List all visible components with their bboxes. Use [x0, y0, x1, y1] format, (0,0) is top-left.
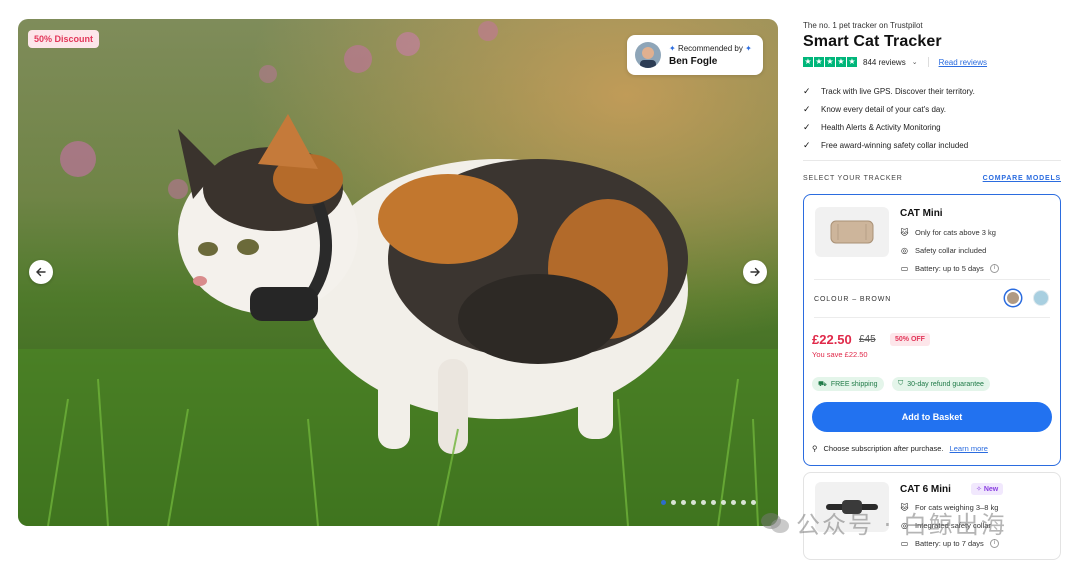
location-pin-icon: ⚲ — [812, 444, 818, 453]
divider — [814, 317, 1050, 318]
saving-text: You save £22.50 — [812, 350, 868, 359]
sparkle-icon: ✦ — [669, 43, 676, 53]
arrow-left-icon — [36, 267, 46, 277]
list-item: ▭ Battery: up to 5 days i — [900, 259, 999, 277]
watermark: 公众号 · 白鲸出海 — [760, 505, 1007, 540]
trustpilot-stars: ★ ★ ★ ★ ★ — [803, 57, 857, 67]
chevron-down-icon[interactable]: ⌄ — [912, 58, 918, 66]
free-shipping-badge: ⛟ FREE shipping — [812, 377, 884, 391]
discount-badge: 50% Discount — [28, 30, 100, 48]
truck-icon: ⛟ — [818, 380, 827, 388]
list-item: ◎ Safety collar included — [901, 245, 987, 255]
shield-icon: ⛉ — [898, 380, 904, 387]
gallery-dot[interactable] — [691, 500, 696, 505]
list-item: ✓ Health Alerts & Activity Monitoring — [803, 121, 941, 132]
list-item: ✓ Track with live GPS. Discover their te… — [803, 85, 975, 96]
info-icon[interactable]: i — [989, 263, 999, 273]
spec-list: 🐱︎ Only for cats above 3 kg ◎ Safety col… — [900, 223, 999, 277]
original-price: £45 — [859, 334, 876, 345]
product-title: Smart Cat Tracker — [803, 33, 942, 50]
select-tracker-header: SELECT YOUR TRACKER COMPARE MODELS — [803, 175, 1061, 182]
list-item: ✓ Know every detail of your cat's day. — [803, 103, 946, 114]
gallery-dot[interactable] — [731, 500, 736, 505]
sparkle-icon: ✧ — [976, 486, 982, 493]
new-badge: ✧ New — [971, 483, 1004, 495]
next-image-button[interactable] — [743, 260, 767, 284]
product-name: CAT 6 Mini — [900, 484, 951, 495]
divider — [814, 279, 1050, 280]
refund-guarantee-badge: ⛉ 30-day refund guarantee — [892, 377, 990, 391]
tagline: The no. 1 pet tracker on Trustpilot — [803, 21, 923, 30]
product-name: CAT Mini — [900, 208, 943, 219]
learn-more-link[interactable]: Learn more — [950, 444, 988, 453]
recommended-label: ✦ Recommended by ✦ — [669, 43, 752, 53]
star-icon: ★ — [825, 57, 835, 67]
product-thumbnail — [815, 207, 889, 257]
avatar — [635, 42, 661, 68]
product-info-panel: The no. 1 pet tracker on Trustpilot Smar… — [803, 0, 1063, 565]
star-icon: ★ — [836, 57, 846, 67]
list-item: 🐱︎ Only for cats above 3 kg — [900, 227, 996, 237]
check-icon: ✓ — [803, 121, 811, 132]
product-card-cat-mini[interactable]: CAT Mini 🐱︎ Only for cats above 3 kg ◎ S… — [803, 194, 1061, 466]
discount-badge: 50% OFF — [890, 333, 930, 346]
arrow-right-icon — [750, 267, 760, 277]
reviews-count[interactable]: 844 reviews — [863, 58, 906, 67]
gallery-dot[interactable] — [661, 500, 666, 505]
gallery-dot[interactable] — [711, 500, 716, 505]
colour-swatch-blue[interactable] — [1033, 290, 1049, 306]
select-tracker-label: SELECT YOUR TRACKER — [803, 175, 903, 182]
gallery-dot[interactable] — [751, 500, 756, 505]
wechat-icon — [761, 512, 789, 533]
recommender-name: Ben Fogle — [669, 55, 718, 67]
current-price: £22.50 — [812, 332, 852, 347]
gallery-dot[interactable] — [671, 500, 676, 505]
subscription-note: ⚲ Choose subscription after purchase. Le… — [812, 444, 988, 453]
feature-list: ✓ Track with live GPS. Discover their te… — [803, 82, 1061, 154]
read-reviews-link[interactable]: Read reviews — [939, 58, 987, 67]
compare-models-link[interactable]: COMPARE MODELS — [983, 175, 1061, 182]
check-icon: ✓ — [803, 139, 811, 150]
star-icon: ★ — [847, 57, 857, 67]
divider — [803, 160, 1061, 161]
gallery-dot[interactable] — [681, 500, 686, 505]
check-icon: ✓ — [803, 103, 811, 114]
battery-icon: ▭ — [900, 263, 909, 273]
collar-icon: ◎ — [901, 245, 908, 255]
divider — [927, 57, 929, 67]
add-to-basket-button[interactable]: Add to Basket — [812, 402, 1052, 432]
gallery-dot[interactable] — [741, 500, 746, 505]
colour-swatch-brown[interactable] — [1005, 290, 1021, 306]
gallery-pagination — [661, 500, 756, 505]
cat-icon: 🐱︎ — [900, 227, 909, 237]
star-icon: ★ — [814, 57, 824, 67]
sparkle-icon: ✦ — [745, 43, 752, 53]
product-gallery[interactable]: 50% Discount ✦ Recommended by ✦ Ben Fogl… — [18, 19, 778, 526]
rating-row: ★ ★ ★ ★ ★ 844 reviews ⌄ Read reviews — [803, 57, 987, 67]
recommended-by-card: ✦ Recommended by ✦ Ben Fogle — [627, 35, 763, 75]
list-item: ✓ Free award-winning safety collar inclu… — [803, 139, 969, 150]
colour-label: COLOUR – BROWN — [814, 296, 892, 303]
check-icon: ✓ — [803, 85, 811, 96]
cat-photo — [18, 19, 778, 526]
previous-image-button[interactable] — [29, 260, 53, 284]
star-icon: ★ — [803, 57, 813, 67]
gallery-dot[interactable] — [701, 500, 706, 505]
gallery-dot[interactable] — [721, 500, 726, 505]
tracker-image — [830, 220, 874, 244]
